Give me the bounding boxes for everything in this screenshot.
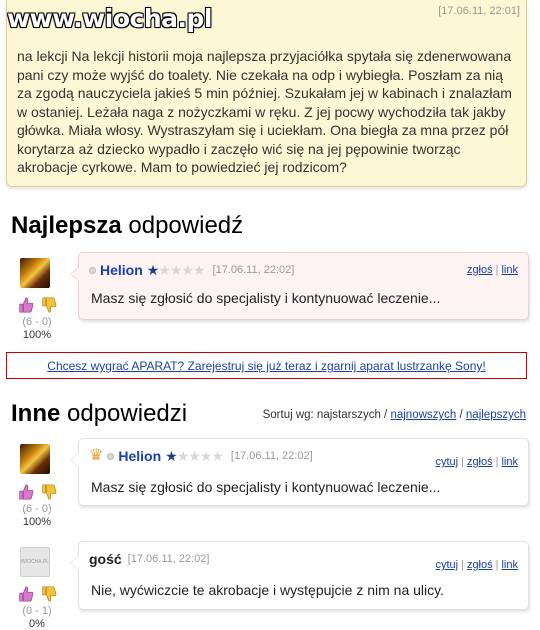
thumb-up-icon[interactable]: [17, 296, 35, 314]
answer-text: Masz się zgłosić do specjalisty i kontyn…: [91, 290, 441, 306]
answer-card: ♛ Helion ★★★★★ [17.06.11, 22:02] cytuj | z…: [70, 438, 529, 506]
vote-count: (0 - 1): [22, 605, 52, 617]
answer-card: gość [17.06.11, 22:02] cytuj | zgłoś | link …: [70, 541, 529, 610]
vote-count: (6 - 0): [22, 316, 52, 328]
answer-date: [17.06.11, 22:02]: [230, 450, 313, 462]
link-separator: |: [495, 264, 499, 276]
rating-stars-filled: ★: [146, 262, 160, 278]
vote-percent: 0%: [29, 618, 45, 630]
other-answers-heading: Inne odpowiedzi: [11, 400, 187, 428]
permalink-link[interactable]: link: [501, 456, 518, 468]
sort-separator: /: [459, 409, 463, 421]
permalink-link[interactable]: link: [501, 264, 518, 276]
thumb-up-icon[interactable]: [17, 585, 35, 603]
rating-stars-empty: ★★★★: [158, 262, 205, 278]
thumb-up-icon[interactable]: [17, 483, 35, 501]
answer-links: zgłoś | link: [467, 264, 518, 276]
avatar-anonymous: WIOCHA.PL: [20, 547, 50, 577]
link-separator: |: [495, 456, 499, 468]
sort-bar: Sortuj wg: najstarszych / najnowszych / …: [263, 409, 526, 421]
rating-stars-empty: ★★★★: [176, 448, 224, 464]
quote-link[interactable]: cytuj: [435, 559, 458, 571]
avatar-label: WIOCHA.PL: [20, 559, 50, 565]
status-dot-icon: [89, 266, 96, 274]
best-answer-card: Helion ★★★★★ [17.06.11, 22:02] zgłoś | lin…: [70, 252, 529, 320]
thumb-down-icon[interactable]: [40, 296, 58, 314]
sort-label: Sortuj wg: najstarszych /: [262, 409, 388, 421]
other-answers-heading-bold: Inne: [11, 400, 61, 427]
vote-count: (6 - 0): [22, 503, 52, 515]
permalink-link[interactable]: link: [501, 559, 518, 571]
thumb-down-icon[interactable]: [40, 483, 58, 501]
question-text: na lekcji Na lekcji historii moja najlep…: [17, 48, 512, 175]
site-watermark: www.wiocha.pl: [7, 4, 212, 33]
vote-box: (6 - 0) 100%: [12, 483, 62, 528]
avatar[interactable]: [20, 444, 50, 474]
link-separator: |: [461, 456, 464, 468]
promo-banner: Chcesz wygrać APARAT? Zarejestruj się ju…: [6, 352, 527, 379]
crown-icon: ♛: [89, 447, 104, 464]
answer-username: gość: [89, 551, 122, 567]
vote-box: (6 - 0) 100%: [12, 296, 62, 341]
answer-text: Masz się zgłosić do specjalisty i kontyn…: [91, 479, 441, 495]
best-answer-heading-bold: Najlepsza: [11, 212, 122, 239]
best-answer-heading: Najlepsza odpowiedź: [11, 212, 243, 240]
sort-best-link[interactable]: najlepszych: [466, 409, 526, 421]
link-separator: |: [461, 559, 464, 571]
report-link[interactable]: zgłoś: [467, 264, 493, 276]
answer-links: cytuj | zgłoś | link: [435, 559, 518, 571]
report-link[interactable]: zgłoś: [467, 456, 493, 468]
vote-percent: 100%: [22, 516, 52, 528]
answer-date: [17.06.11, 22:02]: [127, 553, 210, 565]
avatar[interactable]: [20, 258, 50, 288]
status-dot-icon: [107, 452, 115, 460]
answer-username[interactable]: Helion: [100, 262, 143, 278]
answer-links: cytuj | zgłoś | link: [435, 456, 518, 468]
answer-text: Nie, wyćwiczcie te akrobacje i występujc…: [91, 582, 444, 598]
sort-newest-link[interactable]: najnowszych: [390, 409, 456, 421]
link-separator: |: [495, 559, 499, 571]
question-box: www.wiocha.pl [17.06.11, 22:01] na lekcj…: [6, 0, 527, 187]
rating-stars-filled: ★: [165, 448, 178, 464]
other-answers-heading-rest: odpowiedzi: [60, 400, 188, 427]
rating-stars: ★★★★★: [165, 448, 224, 464]
rating-stars: ★★★★★: [146, 262, 206, 278]
best-answer-heading-rest: odpowiedź: [121, 212, 244, 239]
answer-date: [17.06.11, 22:02]: [212, 264, 295, 276]
vote-percent: 100%: [22, 329, 52, 341]
report-link[interactable]: zgłoś: [467, 559, 493, 571]
question-date: [17.06.11, 22:01]: [438, 5, 520, 17]
quote-link[interactable]: cytuj: [435, 456, 458, 468]
thumb-down-icon[interactable]: [40, 585, 58, 603]
vote-box: (0 - 1) 0%: [12, 585, 62, 630]
answer-username[interactable]: Helion: [118, 448, 161, 464]
promo-link[interactable]: Chcesz wygrać APARAT? Zarejestruj się ju…: [47, 359, 485, 373]
